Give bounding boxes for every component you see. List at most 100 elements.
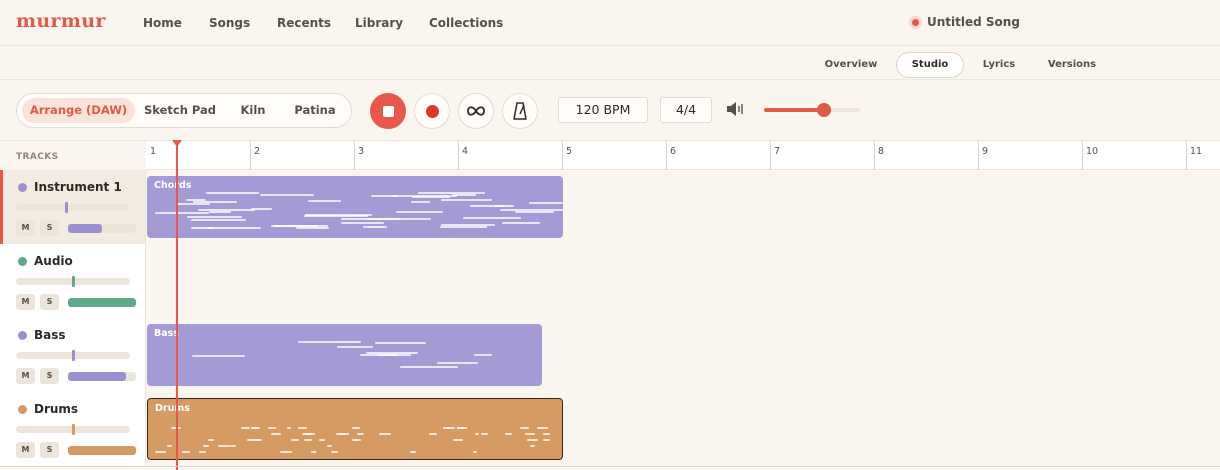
solo-button[interactable]: S (40, 368, 59, 384)
note (330, 451, 338, 453)
track-name[interactable]: Instrument 1 (34, 180, 122, 194)
track-row[interactable]: Drums M S (0, 392, 146, 466)
track-row[interactable]: Instrument 1 MS (0, 170, 146, 244)
tab-lyrics[interactable]: Lyrics (975, 52, 1023, 78)
pan-knob[interactable] (65, 202, 69, 213)
note (199, 451, 206, 453)
song-title-area[interactable]: Untitled Song (909, 15, 1020, 29)
track-volume-fill (68, 446, 136, 455)
pan-knob[interactable] (72, 276, 75, 287)
playhead-handle[interactable] (172, 140, 183, 147)
bar-number: 8 (878, 146, 885, 157)
track-volume-fill (68, 298, 136, 307)
clip-drums[interactable]: Drums (147, 398, 563, 460)
pan-slider[interactable] (16, 350, 130, 361)
note (537, 427, 543, 429)
note (304, 214, 373, 217)
bar-number: 3 (358, 146, 365, 157)
note (341, 222, 385, 225)
note (411, 200, 430, 203)
track-volume-slider[interactable] (68, 446, 136, 455)
track-name[interactable]: Drums (34, 402, 78, 416)
time-signature-display[interactable]: 4/4 (660, 97, 712, 123)
note (371, 194, 399, 197)
nav-songs[interactable]: Songs (209, 16, 250, 30)
bar-number: 1 (150, 146, 157, 157)
track-volume-slider[interactable] (68, 298, 136, 307)
mute-button[interactable]: M (16, 294, 35, 310)
mute-button[interactable]: M (16, 220, 35, 236)
note (375, 342, 426, 345)
note (291, 439, 299, 441)
note (499, 208, 563, 211)
stop-button[interactable] (370, 93, 406, 129)
song-subtabs: Overview Studio Lyrics Versions (0, 50, 1220, 80)
note (205, 192, 260, 195)
nav-recents[interactable]: Recents (277, 16, 331, 30)
clip-label: Drums (155, 403, 190, 414)
track-name[interactable]: Audio (34, 254, 73, 268)
solo-button[interactable]: S (40, 220, 59, 236)
note (182, 451, 191, 453)
mode-switcher: Arrange (DAW) Sketch Pad Kiln Patina (16, 93, 352, 128)
mode-sketch-pad[interactable]: Sketch Pad (141, 98, 219, 123)
bar-number: 9 (982, 146, 989, 157)
nav-home[interactable]: Home (143, 16, 182, 30)
nav-collections[interactable]: Collections (429, 16, 503, 30)
metronome-button[interactable] (502, 93, 538, 129)
speaker-icon[interactable] (726, 101, 746, 117)
playhead[interactable] (176, 140, 179, 470)
note (297, 340, 362, 343)
mode-patina[interactable]: Patina (287, 98, 343, 123)
song-title[interactable]: Untitled Song (927, 15, 1020, 29)
arrangement-area[interactable]: Chords Bass Drums (146, 170, 1220, 470)
tab-overview[interactable]: Overview (818, 52, 884, 78)
app-logo[interactable]: murmur (16, 10, 106, 32)
top-navigation: murmur Home Songs Recents Library Collec… (0, 0, 1220, 46)
track-row[interactable]: Audio M S (0, 244, 146, 318)
track-name[interactable]: Bass (34, 328, 66, 342)
bar-number: 5 (566, 146, 573, 157)
record-button[interactable] (414, 93, 450, 129)
note (481, 433, 488, 435)
solo-button[interactable]: S (40, 442, 59, 458)
note (207, 439, 215, 441)
master-volume-fill (764, 108, 824, 112)
tab-versions[interactable]: Versions (1040, 52, 1104, 78)
bar-tick (978, 141, 979, 170)
clip-chords[interactable]: Chords (147, 176, 563, 238)
mode-kiln[interactable]: Kiln (230, 98, 276, 123)
tempo-display[interactable]: 120 BPM (558, 97, 648, 123)
pan-knob[interactable] (72, 424, 75, 435)
note (167, 445, 172, 447)
bar-number: 11 (1190, 146, 1203, 157)
recording-status-icon (909, 15, 922, 29)
track-volume-slider[interactable] (68, 372, 136, 381)
pan-slider[interactable] (16, 276, 130, 287)
note (439, 225, 487, 228)
pan-knob[interactable] (72, 350, 75, 361)
master-volume-knob[interactable] (816, 103, 831, 117)
track-row[interactable]: Bass M S (0, 318, 146, 392)
nav-library[interactable]: Library (355, 16, 403, 30)
mute-button[interactable]: M (16, 368, 35, 384)
track-volume-slider[interactable] (68, 224, 136, 233)
tab-studio[interactable]: Studio (896, 52, 964, 78)
note (457, 427, 467, 429)
master-volume-slider[interactable] (764, 103, 860, 117)
note (440, 199, 493, 202)
pan-slider[interactable] (16, 202, 130, 213)
bar-number: 7 (774, 146, 781, 157)
pan-slider[interactable] (16, 424, 130, 435)
loop-button[interactable] (458, 93, 494, 129)
note (505, 433, 512, 435)
bar-number: 2 (254, 146, 261, 157)
solo-button[interactable]: S (40, 294, 59, 310)
bar-tick (666, 141, 667, 170)
note (301, 433, 312, 435)
mute-button[interactable]: M (16, 442, 35, 458)
clip-bass[interactable]: Bass (147, 324, 543, 386)
bar-number: 10 (1086, 146, 1099, 157)
timeline-ruler[interactable]: 1 2 3 4 5 6 7 8 9 10 11 (146, 140, 1220, 170)
mode-arrange[interactable]: Arrange (DAW) (22, 98, 135, 123)
